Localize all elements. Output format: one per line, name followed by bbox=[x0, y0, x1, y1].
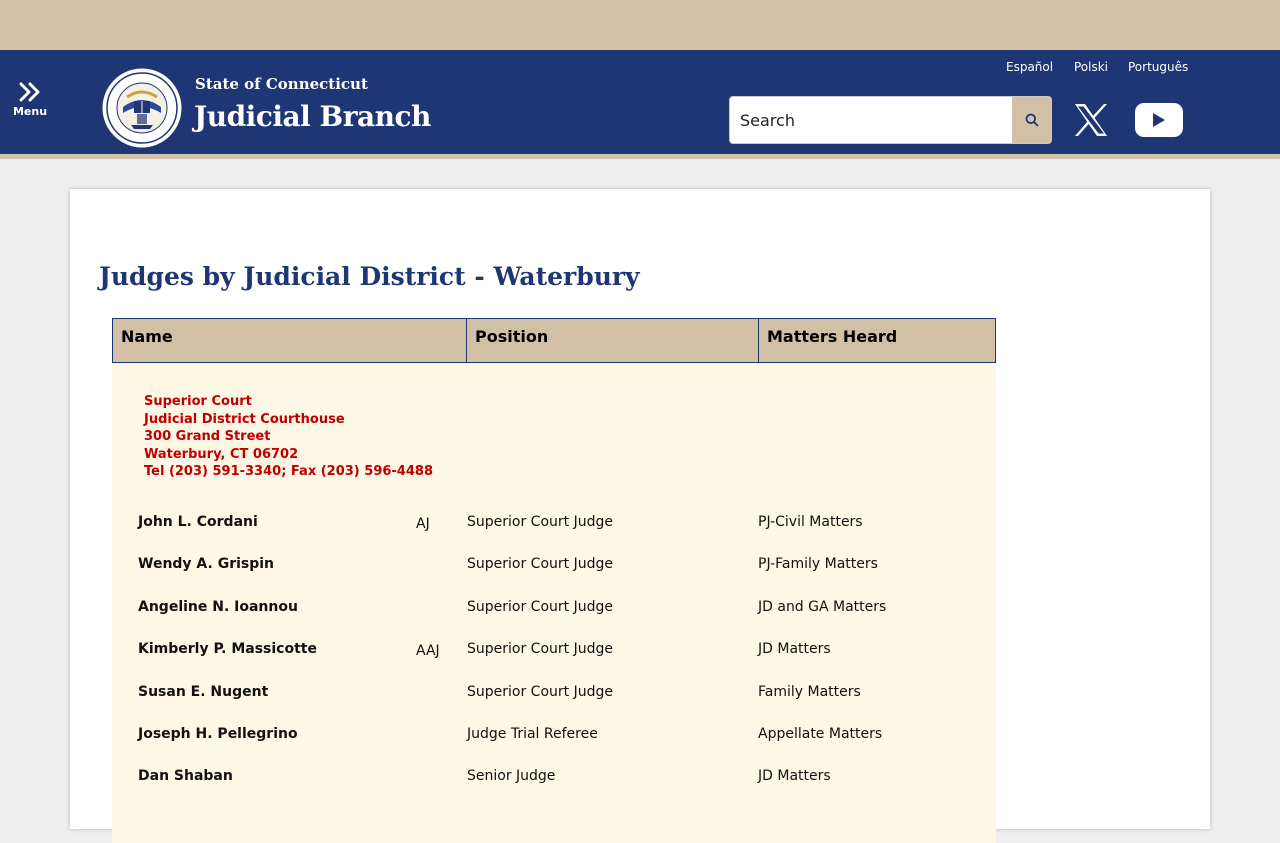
court-address: Superior Court Judicial District Courtho… bbox=[144, 393, 433, 481]
lang-portugues[interactable]: Português bbox=[1128, 60, 1188, 74]
matters-heard: JD and GA Matters bbox=[758, 599, 887, 615]
menu-button[interactable]: Menu bbox=[8, 82, 52, 128]
judge-name: Wendy A. Grispin bbox=[138, 556, 275, 572]
judge-position: Superior Court Judge bbox=[467, 641, 613, 657]
judge-position: Superior Court Judge bbox=[467, 599, 613, 615]
header-position: Position bbox=[466, 319, 758, 362]
judge-name: Dan Shaban bbox=[138, 768, 233, 784]
matters-heard: PJ-Family Matters bbox=[758, 556, 878, 572]
judge-position: Senior Judge bbox=[467, 768, 556, 784]
top-banner bbox=[0, 0, 1280, 50]
search-input[interactable] bbox=[730, 97, 1012, 143]
youtube-button[interactable] bbox=[1135, 103, 1183, 137]
search-box bbox=[729, 96, 1052, 144]
header-matters-heard: Matters Heard bbox=[758, 319, 995, 362]
search-icon bbox=[1025, 113, 1038, 127]
table-row: Dan Shaban Senior Judge JD Matters bbox=[112, 768, 996, 798]
judge-position: Judge Trial Referee bbox=[467, 726, 598, 742]
x-icon[interactable] bbox=[1073, 103, 1109, 137]
judge-name: Joseph H. Pellegrino bbox=[138, 726, 298, 742]
phone-fax: Tel (203) 591-3340; Fax (203) 596-4488 bbox=[144, 464, 433, 479]
judge-name: Susan E. Nugent bbox=[138, 684, 269, 700]
table-row: Angeline N. Ioannou Superior Court Judge… bbox=[112, 599, 996, 629]
table-header: Name Position Matters Heard bbox=[112, 318, 996, 363]
content-card: Judges by Judicial District - Waterbury … bbox=[70, 189, 1210, 843]
judge-position: Superior Court Judge bbox=[467, 684, 613, 700]
street-address: 300 Grand Street bbox=[144, 429, 271, 444]
matters-heard: Family Matters bbox=[758, 684, 861, 700]
matters-heard: PJ-Civil Matters bbox=[758, 514, 863, 530]
page-title: Judges by Judicial District - Waterbury bbox=[99, 262, 640, 291]
matters-heard: Appellate Matters bbox=[758, 726, 883, 742]
matters-heard: JD Matters bbox=[758, 641, 831, 657]
search-button[interactable] bbox=[1012, 97, 1051, 143]
lang-espanol[interactable]: Español bbox=[1006, 60, 1053, 74]
judge-position: Superior Court Judge bbox=[467, 514, 613, 530]
menu-label: Menu bbox=[12, 105, 48, 118]
judge-position: Superior Court Judge bbox=[467, 556, 613, 572]
table-row: Wendy A. Grispin Superior Court Judge PJ… bbox=[112, 556, 996, 586]
lang-polski[interactable]: Polski bbox=[1074, 60, 1108, 74]
youtube-play-icon bbox=[1153, 113, 1165, 127]
header-name: Name bbox=[121, 327, 173, 346]
judge-title: AJ bbox=[416, 516, 430, 532]
brand-state[interactable]: State of Connecticut bbox=[195, 75, 368, 93]
seal-logo[interactable] bbox=[101, 67, 183, 149]
judge-name: Kimberly P. Massicotte bbox=[138, 641, 317, 657]
judge-name: Angeline N. Ioannou bbox=[138, 599, 298, 615]
table-row: Kimberly P. Massicotte AAJ Superior Cour… bbox=[112, 641, 996, 671]
court-name: Superior Court bbox=[144, 394, 252, 409]
double-chevron-right-icon bbox=[19, 82, 40, 102]
table-body: Superior Court Judicial District Courtho… bbox=[112, 363, 996, 843]
table-row: Susan E. Nugent Superior Court Judge Fam… bbox=[112, 684, 996, 714]
matters-heard: JD Matters bbox=[758, 768, 831, 784]
header-divider bbox=[0, 154, 1280, 159]
brand-title[interactable]: Judicial Branch bbox=[194, 100, 431, 133]
table-row: John L. Cordani AJ Superior Court Judge … bbox=[112, 514, 996, 544]
judge-name: John L. Cordani bbox=[138, 514, 258, 530]
courthouse-name: Judicial District Courthouse bbox=[144, 411, 345, 427]
judge-title: AAJ bbox=[416, 643, 440, 659]
table-row: Joseph H. Pellegrino Judge Trial Referee… bbox=[112, 726, 996, 756]
city-state-zip: Waterbury, CT 06702 bbox=[144, 446, 299, 462]
